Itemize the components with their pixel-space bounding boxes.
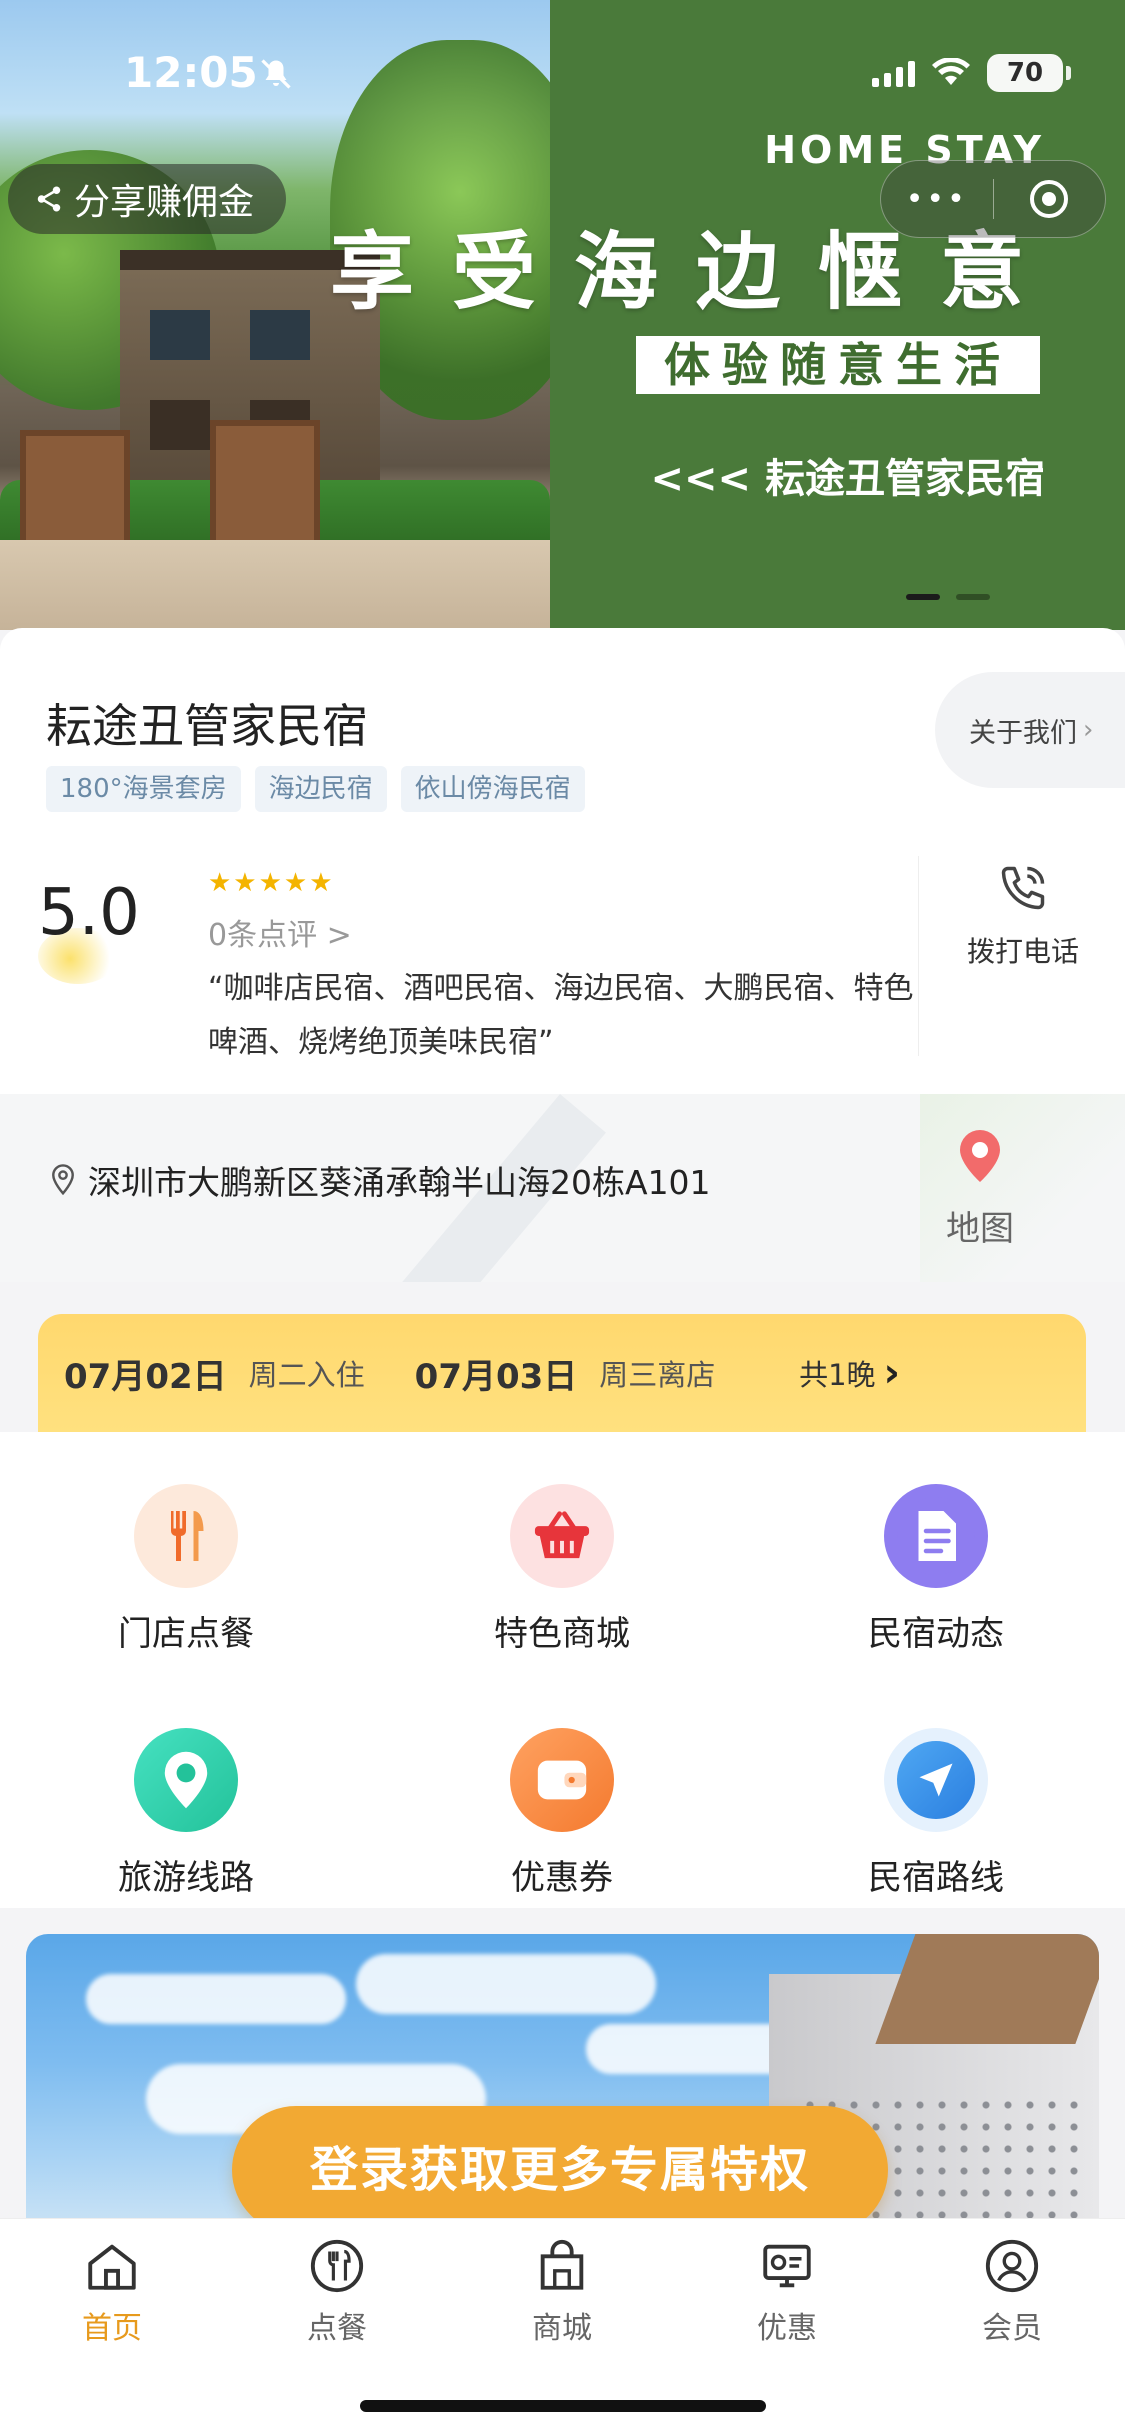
service-travel-routes[interactable]: 旅游线路 xyxy=(36,1728,336,1899)
tab-dining[interactable]: 点餐 xyxy=(257,2237,417,2347)
coupon-icon xyxy=(763,2244,811,2288)
miniapp-capsule[interactable]: ••• xyxy=(880,160,1106,238)
dining-icon xyxy=(310,2239,364,2293)
location-outline-icon xyxy=(52,1164,74,1196)
service-label: 特色商城 xyxy=(494,1614,630,1654)
address: 深圳市大鹏新区葵涌承翰半山海20栋A101 xyxy=(48,1156,711,1204)
shopping-bag-icon xyxy=(540,2239,584,2290)
phone-icon xyxy=(1001,866,1045,910)
checkout-date[interactable]: 07月03日 xyxy=(415,1349,578,1398)
home-icon xyxy=(88,2244,136,2290)
service-label: 旅游线路 xyxy=(118,1858,254,1898)
call-label: 拨打电话 xyxy=(966,935,1079,968)
page: HOME STAY 享受海边惬意 体验随意生活 <<< 耘途丑管家民宿 12:0… xyxy=(0,0,1125,2436)
call-button[interactable]: 拨打电话 xyxy=(938,862,1108,970)
hero-banner[interactable]: HOME STAY 享受海边惬意 体验随意生活 <<< 耘途丑管家民宿 12:0… xyxy=(0,0,1125,630)
tab-label: 会员 xyxy=(982,2311,1042,2346)
nights-label: 共1晚 xyxy=(799,1358,876,1392)
date-selector[interactable]: 07月02日 周二入住 07月03日 周三离店 共1晚 › xyxy=(38,1314,1086,1432)
shop-tag: 依山傍海民宿 xyxy=(400,766,585,812)
shop-tag: 180°海景套房 xyxy=(46,766,241,812)
map-pin-icon xyxy=(960,1130,1000,1182)
about-us-button[interactable]: 关于我们 › xyxy=(935,672,1125,788)
tab-offers[interactable]: 优惠 xyxy=(707,2237,867,2347)
about-us-label: 关于我们 xyxy=(969,717,1077,749)
tab-home[interactable]: 首页 xyxy=(32,2237,192,2347)
carousel-dot[interactable] xyxy=(906,594,940,600)
bell-muted-icon xyxy=(261,59,291,89)
shop-tag: 海边民宿 xyxy=(254,766,387,812)
chevron-right-icon: › xyxy=(883,1350,900,1396)
shop-tags: 180°海景套房 海边民宿 依山傍海民宿 xyxy=(46,766,585,812)
more-options-icon[interactable]: ••• xyxy=(881,182,993,217)
service-label: 民宿动态 xyxy=(868,1614,1004,1654)
shop-info-card: 耘途丑管家民宿 180°海景套房 海边民宿 依山傍海民宿 关于我们 › 5.0 … xyxy=(0,628,1125,1098)
carousel-dot[interactable] xyxy=(956,594,990,600)
service-label: 民宿路线 xyxy=(868,1858,1004,1898)
hero-tagline: <<< 耘途丑管家民宿 xyxy=(650,456,1045,502)
member-icon xyxy=(985,2239,1039,2293)
hero-sub-box: 体验随意生活 xyxy=(636,336,1040,394)
service-homestay-route[interactable]: 民宿路线 xyxy=(786,1728,1086,1899)
tab-mall[interactable]: 商城 xyxy=(482,2237,642,2347)
reviews-link[interactable]: 0条点评 > xyxy=(208,910,352,954)
share-icon xyxy=(37,186,61,212)
service-news[interactable]: 民宿动态 xyxy=(786,1484,1086,1655)
home-indicator[interactable] xyxy=(360,2400,766,2412)
checkout-label: 周三离店 xyxy=(599,1358,716,1392)
wallet-icon xyxy=(510,1728,614,1832)
service-label: 门店点餐 xyxy=(118,1614,254,1654)
tab-member[interactable]: 会员 xyxy=(932,2237,1092,2347)
address-text: 深圳市大鹏新区葵涌承翰半山海20栋A101 xyxy=(88,1163,711,1202)
service-mall[interactable]: 特色商城 xyxy=(412,1484,712,1655)
address-row[interactable]: 深圳市大鹏新区葵涌承翰半山海20栋A101 地图 xyxy=(0,1094,1125,1282)
service-order-food[interactable]: 门店点餐 xyxy=(36,1484,336,1655)
tab-label: 首页 xyxy=(82,2311,142,2346)
status-indicators: 70 xyxy=(872,54,1071,92)
fork-knife-icon xyxy=(134,1484,238,1588)
checkin-date[interactable]: 07月02日 xyxy=(64,1349,227,1398)
shop-name: 耘途丑管家民宿 xyxy=(46,699,368,753)
wifi-icon xyxy=(932,58,970,85)
rating-stars-icon: ★★★★★ xyxy=(208,868,335,898)
nights-count[interactable]: 共1晚 › xyxy=(799,1352,900,1394)
tab-label: 优惠 xyxy=(757,2311,817,2346)
login-cta-button[interactable]: 登录获取更多专属特权 xyxy=(232,2106,888,2234)
service-grid: 门店点餐 特色商城 民宿动态 旅游线路 优惠券 民宿路线 xyxy=(0,1432,1125,1908)
cellular-signal-icon xyxy=(872,59,915,87)
close-miniapp-icon[interactable] xyxy=(994,177,1106,221)
share-label: 分享赚佣金 xyxy=(74,182,255,223)
status-time: 12:05 xyxy=(124,48,258,97)
map-button[interactable]: 地图 xyxy=(940,1128,1020,1250)
shop-description: “咖啡店民宿、酒吧民宿、海边民宿、大鹏民宿、特色啤酒、烧烤绝顶美味民宿” xyxy=(208,971,914,1060)
map-label: 地图 xyxy=(946,1209,1014,1249)
basket-icon xyxy=(510,1484,614,1588)
battery-indicator: 70 xyxy=(987,54,1071,92)
location-pin-icon xyxy=(134,1728,238,1832)
checkin-label: 周二入住 xyxy=(248,1358,365,1392)
rating-score: 5.0 xyxy=(38,876,140,950)
navigation-arrow-icon xyxy=(884,1728,988,1832)
divider xyxy=(918,856,919,1056)
document-icon xyxy=(884,1484,988,1588)
service-coupons[interactable]: 优惠券 xyxy=(412,1728,712,1899)
share-earn-button[interactable]: 分享赚佣金 xyxy=(8,164,287,234)
tab-label: 点餐 xyxy=(307,2311,367,2346)
chevron-right-icon: › xyxy=(1083,715,1094,745)
service-label: 优惠券 xyxy=(511,1858,613,1898)
tab-label: 商城 xyxy=(532,2311,592,2346)
carousel-dots[interactable] xyxy=(906,585,1006,604)
